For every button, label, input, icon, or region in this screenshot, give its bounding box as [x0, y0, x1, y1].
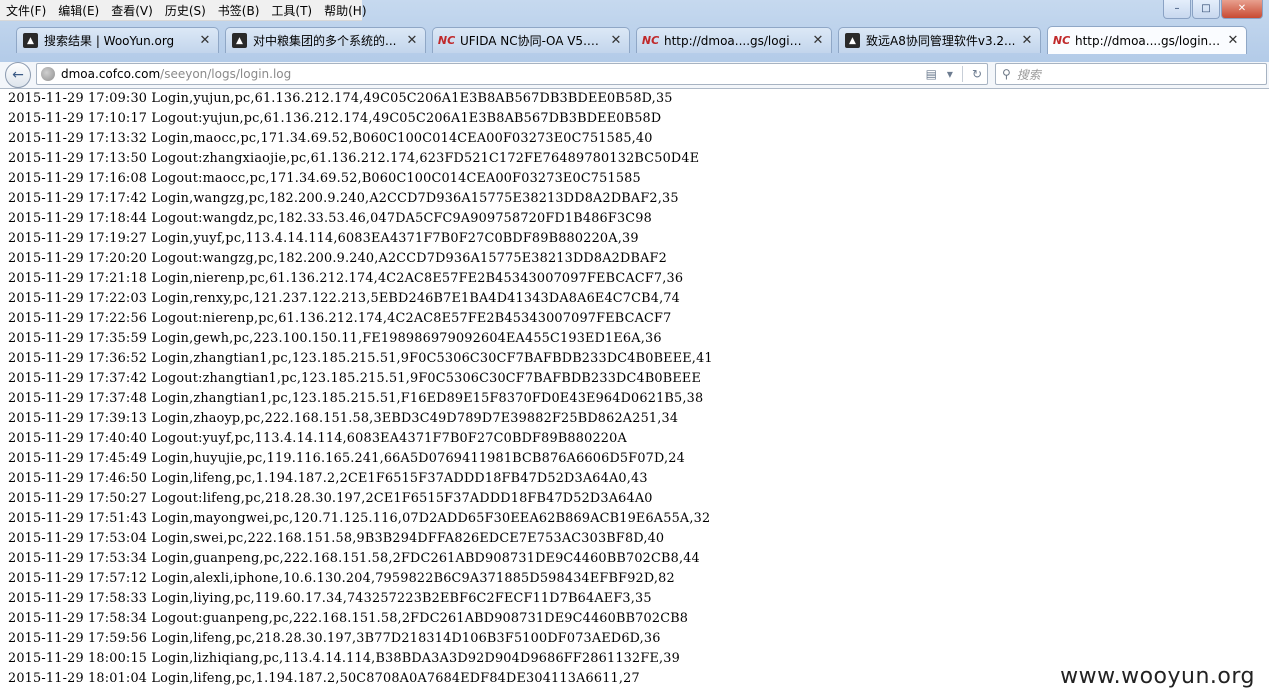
url-domain: dmoa.cofco.com	[61, 67, 161, 81]
menu-tools[interactable]: 工具(T)	[265, 2, 318, 19]
log-line: 2015-11-29 17:09:30 Login,yujun,pc,61.13…	[8, 91, 673, 106]
search-input[interactable]: 搜索	[1017, 66, 1041, 83]
seeyon-favicon: NC	[1052, 34, 1071, 47]
log-line: 2015-11-29 17:22:03 Login,renxy,pc,121.2…	[8, 291, 681, 306]
address-bar[interactable]: dmoa.cofco.com/seeyon/logs/login.log ▤ ▾…	[36, 63, 988, 85]
wooyun-favicon: ▲	[232, 33, 247, 48]
log-line: 2015-11-29 17:20:20 Logout:wangzg,pc,182…	[8, 251, 667, 266]
log-line: 2015-11-29 17:40:40 Logout:yuyf,pc,113.4…	[8, 431, 627, 446]
log-line: 2015-11-29 17:21:18 Login,nierenp,pc,61.…	[8, 271, 684, 286]
back-button[interactable]: ←	[5, 62, 31, 88]
tab-title: UFIDA NC协同-OA V5.72...	[460, 34, 605, 48]
log-line: 2015-11-29 17:53:04 Login,swei,pc,222.16…	[8, 531, 665, 546]
browser-chrome: 文件(F) 编辑(E) 查看(V) 历史(S) 书签(B) 工具(T) 帮助(H…	[0, 0, 1269, 62]
menu-edit[interactable]: 编辑(E)	[52, 2, 105, 19]
dropdown-icon[interactable]: ▾	[942, 67, 958, 81]
menu-file[interactable]: 文件(F)	[0, 2, 52, 19]
tab-title: 对中粮集团的多个系统的...	[253, 34, 397, 48]
tab-seeyon-a8[interactable]: ▲ 致远A8协同管理软件v3.2... ✕	[838, 27, 1041, 53]
log-line: 2015-11-29 17:59:56 Login,lifeng,pc,218.…	[8, 631, 661, 646]
close-icon[interactable]: ✕	[609, 33, 623, 48]
log-line: 2015-11-29 17:36:52 Login,zhangtian1,pc,…	[8, 351, 713, 366]
menu-bookmarks[interactable]: 书签(B)	[212, 2, 266, 19]
window-controls: – □ ✕	[1162, 0, 1263, 19]
log-line: 2015-11-29 17:10:17 Logout:yujun,pc,61.1…	[8, 111, 662, 126]
log-content: 2015-11-29 17:09:30 Login,yujun,pc,61.13…	[8, 89, 1258, 700]
tab-ufida-oa[interactable]: NC UFIDA NC协同-OA V5.72... ✕	[432, 27, 630, 53]
tab-login-log-1[interactable]: NC http://dmoa....gs/login.log ✕	[636, 27, 832, 53]
log-line: 2015-11-29 17:39:13 Login,zhaoyp,pc,222.…	[8, 411, 679, 426]
log-line: 2015-11-29 17:50:27 Logout:lifeng,pc,218…	[8, 491, 653, 506]
close-icon[interactable]: ✕	[811, 33, 825, 48]
log-line: 2015-11-29 17:58:33 Login,liying,pc,119.…	[8, 591, 652, 606]
seeyon-favicon: NC	[641, 34, 660, 47]
log-line: 2015-11-29 17:37:42 Logout:zhangtian1,pc…	[8, 371, 701, 386]
search-icon: ⚲	[1002, 67, 1011, 81]
url-actions: ▤ ▾ ↻	[921, 64, 987, 84]
tab-strip: ▲ 搜索结果 | WooYun.org ✕ ▲ 对中粮集团的多个系统的... ✕…	[16, 26, 1253, 54]
log-line: 2015-11-29 17:45:49 Login,huyujie,pc,119…	[8, 451, 685, 466]
close-window-button[interactable]: ✕	[1221, 0, 1263, 19]
tab-wooyun-search[interactable]: ▲ 搜索结果 | WooYun.org ✕	[16, 27, 219, 53]
tab-title: http://dmoa....gs/login.log	[664, 33, 807, 48]
url-text[interactable]: dmoa.cofco.com/seeyon/logs/login.log	[61, 67, 921, 81]
wooyun-favicon: ▲	[845, 33, 860, 48]
close-icon[interactable]: ✕	[198, 33, 212, 48]
log-line: 2015-11-29 17:19:27 Login,yuyf,pc,113.4.…	[8, 231, 639, 246]
search-bar[interactable]: ⚲ 搜索	[995, 63, 1267, 85]
globe-icon	[41, 67, 55, 81]
watermark: www.wooyun.org	[1056, 662, 1259, 691]
minimize-button[interactable]: –	[1163, 0, 1191, 19]
log-line: 2015-11-29 17:13:50 Logout:zhangxiaojie,…	[8, 151, 700, 166]
tab-login-log-active[interactable]: NC http://dmoa....gs/login.log ✕	[1047, 26, 1247, 54]
tab-title: 搜索结果 | WooYun.org	[44, 34, 175, 48]
log-line: 2015-11-29 17:51:43 Login,mayongwei,pc,1…	[8, 511, 711, 526]
url-path: /seeyon/logs/login.log	[160, 67, 292, 81]
menu-view[interactable]: 查看(V)	[105, 2, 159, 19]
log-line: 2015-11-29 17:37:48 Login,zhangtian1,pc,…	[8, 391, 704, 406]
tab-title: 致远A8协同管理软件v3.2...	[866, 34, 1016, 48]
tab-cofco-report[interactable]: ▲ 对中粮集团的多个系统的... ✕	[225, 27, 426, 53]
menu-help[interactable]: 帮助(H)	[318, 2, 372, 19]
reader-view-icon[interactable]: ▤	[921, 67, 942, 81]
arrow-left-icon: ←	[12, 67, 24, 83]
log-line: 2015-11-29 17:16:08 Logout:maocc,pc,171.…	[8, 171, 641, 186]
log-line: 2015-11-29 17:53:34 Login,guanpeng,pc,22…	[8, 551, 700, 566]
close-icon[interactable]: ✕	[1226, 33, 1240, 48]
menu-bar: 文件(F) 编辑(E) 查看(V) 历史(S) 书签(B) 工具(T) 帮助(H…	[0, 0, 367, 21]
navigation-bar: ← dmoa.cofco.com/seeyon/logs/login.log ▤…	[0, 62, 1269, 89]
log-line: 2015-11-29 17:22:56 Logout:nierenp,pc,61…	[8, 311, 672, 326]
tab-title: http://dmoa....gs/login.log	[1075, 33, 1222, 48]
wooyun-favicon: ▲	[23, 33, 38, 48]
log-line: 2015-11-29 17:58:34 Logout:guanpeng,pc,2…	[8, 611, 689, 626]
maximize-button[interactable]: □	[1192, 0, 1220, 19]
reload-icon[interactable]: ↻	[967, 67, 987, 81]
log-line: 2015-11-29 17:17:42 Login,wangzg,pc,182.…	[8, 191, 679, 206]
seeyon-favicon: NC	[437, 34, 456, 47]
log-line: 2015-11-29 17:35:59 Login,gewh,pc,223.10…	[8, 331, 662, 346]
log-line: 2015-11-29 17:57:12 Login,alexli,iphone,…	[8, 571, 675, 586]
log-line: 2015-11-29 17:13:32 Login,maocc,pc,171.3…	[8, 131, 653, 146]
log-line: 2015-11-29 17:18:44 Logout:wangdz,pc,182…	[8, 211, 652, 226]
menu-history[interactable]: 历史(S)	[159, 2, 212, 19]
close-icon[interactable]: ✕	[1020, 33, 1034, 48]
close-icon[interactable]: ✕	[405, 33, 419, 48]
log-line: 2015-11-29 17:46:50 Login,lifeng,pc,1.19…	[8, 471, 648, 486]
divider	[961, 66, 963, 82]
